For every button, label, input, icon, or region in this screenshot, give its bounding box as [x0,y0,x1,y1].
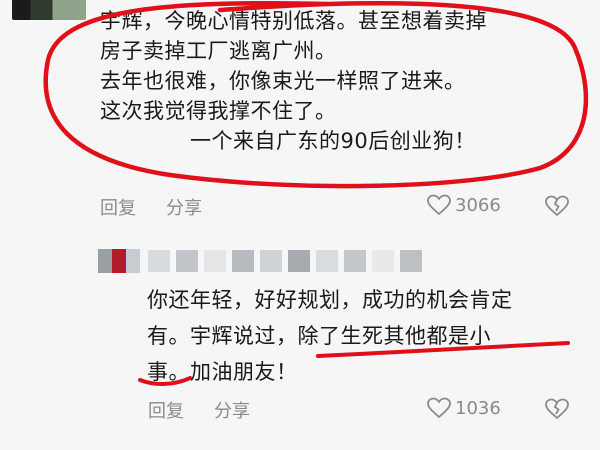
like-button[interactable]: 1036 [427,397,501,419]
comment-line: 有。宇辉说过，除了生死其他都是小 [147,324,491,348]
comment-line: 宇辉，今晚心情特别低落。甚至想着卖掉 [100,9,487,33]
avatar[interactable] [98,249,140,273]
broken-heart-icon [545,195,569,217]
broken-heart-icon [545,398,569,420]
comment-line: 事。加油朋友！ [147,360,298,384]
share-button[interactable]: 分享 [166,194,202,220]
avatar[interactable] [12,0,86,20]
dislike-button[interactable] [544,195,570,221]
like-button[interactable]: 3066 [427,194,501,216]
comment-body: 宇辉，今晚心情特别低落。甚至想着卖掉 房子卖掉工厂逃离广州。 去年也很难，你像束… [100,6,487,156]
heart-outline-icon [427,397,451,419]
comment-actions: 回复 分享 [148,397,280,423]
dislike-button[interactable] [544,398,570,424]
like-count: 1036 [455,397,501,419]
reply-button[interactable]: 回复 [100,194,136,220]
share-button[interactable]: 分享 [214,397,250,423]
comment-actions: 回复 分享 [100,194,232,220]
reply-body: 你还年轻，好好规划，成功的机会肯定 有。宇辉说过，除了生死其他都是小 事。加油朋… [147,282,513,390]
comment-line: 你还年轻，好好规划，成功的机会肯定 [147,288,513,312]
comment-line: 去年也很难，你像束光一样照了进来。 [100,69,466,93]
comment-thread: 宇辉，今晚心情特别低落。甚至想着卖掉 房子卖掉工厂逃离广州。 去年也很难，你像束… [0,0,600,450]
reply-button[interactable]: 回复 [148,397,184,423]
heart-outline-icon [427,194,451,216]
comment-line: 房子卖掉工厂逃离广州。 [100,39,337,63]
comment-line: 这次我觉得我撑不住了。 [100,99,337,123]
like-count: 3066 [455,194,501,216]
username-pixelated[interactable] [148,250,422,272]
comment-signature: 一个来自广东的90后创业狗！ [190,129,476,153]
